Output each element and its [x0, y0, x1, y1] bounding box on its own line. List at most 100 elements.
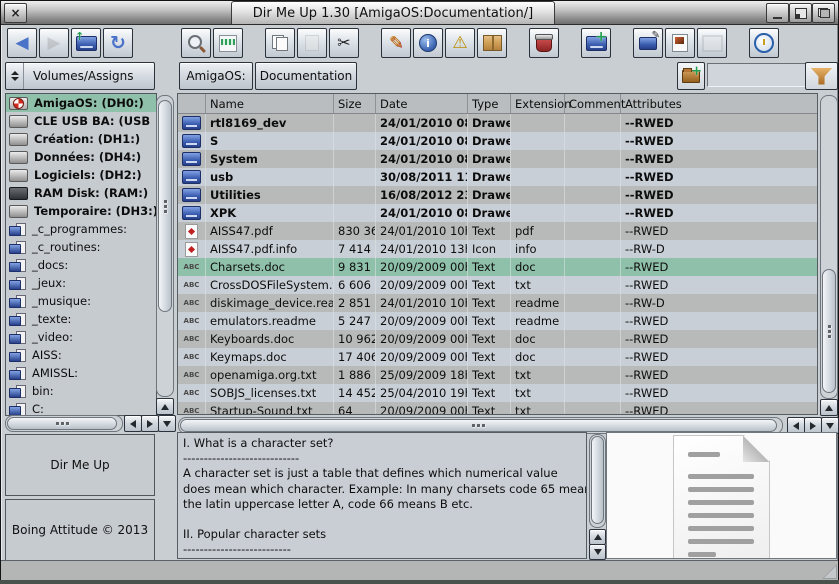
sidebar-item[interactable]: _jeux:	[6, 274, 156, 292]
cell-comment	[565, 312, 621, 330]
sidebar-item[interactable]: Création: (DH1:)	[6, 130, 156, 148]
sidebar-scroll-left-button[interactable]	[124, 415, 142, 432]
back-button[interactable]	[7, 28, 37, 58]
preview-vscroll-thumb[interactable]	[591, 436, 604, 524]
sidebar-item[interactable]: AISS:	[6, 346, 156, 364]
cell-name: Charsets.doc	[206, 258, 334, 276]
sidebar-item[interactable]: Temporaire: (DH3:)	[6, 202, 156, 220]
page-fold-icon	[743, 436, 769, 462]
clock-button[interactable]	[749, 28, 779, 58]
iconify-gadget[interactable]	[766, 3, 789, 23]
sidebar-item-label: bin:	[32, 384, 54, 398]
new-drawer-button[interactable]: +	[581, 28, 611, 58]
filter-button[interactable]	[805, 62, 838, 90]
sidebar-hscroll-thumb[interactable]	[7, 417, 117, 430]
icon-editor-button[interactable]	[665, 28, 695, 58]
table-hscroll-thumb[interactable]	[180, 419, 777, 432]
sidebar-item[interactable]: C:	[6, 400, 156, 416]
table-row[interactable]: rtl8169_dev24/01/2010 08h59Drawer--RWED	[178, 114, 817, 132]
table-vscroll-thumb[interactable]	[822, 269, 836, 393]
sidebar-item[interactable]: RAM Disk: (RAM:)	[6, 184, 156, 202]
sidebar-item[interactable]: _c_routines:	[6, 238, 156, 256]
volumes-chooser[interactable]: Volumes/Assigns	[5, 62, 155, 90]
sidebar-scroll-down-button[interactable]	[158, 415, 176, 432]
column-header-size[interactable]: Size	[334, 94, 376, 113]
search-button[interactable]	[181, 28, 211, 58]
column-header-extension[interactable]: Extension	[511, 94, 565, 113]
sidebar-item[interactable]: AmigaOS: (DH0:)	[6, 94, 156, 112]
depth-gadget[interactable]	[812, 3, 835, 23]
paste-icon	[305, 35, 319, 51]
titlebar[interactable]: × Dir Me Up 1.30 [AmigaOS:Documentation/…	[1, 1, 838, 25]
table-scroll-up-button[interactable]	[820, 399, 838, 416]
sidebar-item[interactable]: _c_programmes:	[6, 220, 156, 238]
information-button[interactable]	[413, 28, 443, 58]
archive-button[interactable]	[477, 28, 507, 58]
delete-button[interactable]	[529, 28, 559, 58]
sidebar-scroll-right-button[interactable]	[141, 415, 159, 432]
filter-input[interactable]	[707, 63, 809, 87]
column-header-attributes[interactable]: Attributes	[621, 94, 817, 113]
refresh-button[interactable]	[103, 28, 133, 58]
table-row[interactable]: XPK24/01/2010 08h59Drawer--RWED	[178, 204, 817, 222]
sidebar-item[interactable]: Données: (DH4:)	[6, 148, 156, 166]
table-row[interactable]: AISS47.pdf830 36424/01/2010 10h18Textpdf…	[178, 222, 817, 240]
cell-ext	[511, 132, 565, 150]
sidebar-scroll-up-button[interactable]	[156, 398, 174, 415]
close-gadget[interactable]: ×	[4, 3, 27, 23]
column-header-type[interactable]: Type	[468, 94, 511, 113]
table-row[interactable]: openamiga.org.txt1 88625/09/2009 18h21Te…	[178, 366, 817, 384]
new-folder-button[interactable]: +	[677, 62, 705, 90]
table-header[interactable]: NameSizeDateTypeExtensionCommentAttribut…	[178, 94, 817, 114]
table-row[interactable]: AISS47.pdf.info7 41424/01/2010 13h38Icon…	[178, 240, 817, 258]
column-header-comment[interactable]: Comment	[565, 94, 621, 113]
sidebar-item[interactable]: Logiciels: (DH2:)	[6, 166, 156, 184]
table-row[interactable]: usb30/08/2011 11h14Drawer--RWED	[178, 168, 817, 186]
preview-scroll-down-button[interactable]	[589, 544, 606, 560]
cell-comment	[565, 168, 621, 186]
chooser-arrows-icon	[6, 63, 24, 89]
rename-button[interactable]	[381, 28, 411, 58]
cut-button[interactable]	[329, 28, 359, 58]
sidebar-item[interactable]: _musique:	[6, 292, 156, 310]
column-header-icon[interactable]	[178, 94, 206, 113]
cell-date: 20/09/2009 00h03	[376, 276, 468, 294]
copy-button[interactable]	[265, 28, 295, 58]
column-header-date[interactable]: Date	[376, 94, 468, 113]
column-header-name[interactable]: Name	[206, 94, 334, 113]
table-row[interactable]: diskimage_device.readme2 85124/01/2010 1…	[178, 294, 817, 312]
table-row[interactable]: emulators.readme5 24720/09/2009 00h03Tex…	[178, 312, 817, 330]
table-row[interactable]: Keyboards.doc10 96220/09/2009 00h03Textd…	[178, 330, 817, 348]
resize-handle-icon[interactable]	[822, 564, 837, 579]
table-row[interactable]: System24/01/2010 08h59Drawer--RWED	[178, 150, 817, 168]
cell-date: 24/01/2010 08h59	[376, 150, 468, 168]
sidebar-item[interactable]: CLE USB BA: (USB	[6, 112, 156, 130]
table-row[interactable]: Keymaps.doc17 40620/09/2009 00h03Textdoc…	[178, 348, 817, 366]
pdf-file-icon	[185, 224, 198, 239]
toolbar: ↑ + ✎	[1, 25, 838, 61]
table-row[interactable]: SOBJS_licenses.txt14 45225/04/2010 19h35…	[178, 384, 817, 402]
path-tab-directory[interactable]: Documentation	[255, 62, 357, 90]
warning-button[interactable]	[445, 28, 475, 58]
table-row[interactable]: CrossDOSFileSystem.txt6 60620/09/2009 00…	[178, 276, 817, 294]
cell-attr: --RWED	[621, 330, 817, 348]
cell-size: 14 452	[334, 384, 376, 402]
table-row[interactable]: Charsets.doc9 83120/09/2009 00h03Textdoc…	[178, 258, 817, 276]
zoom-gadget[interactable]	[789, 3, 812, 23]
sidebar-item[interactable]: AMISSL:	[6, 364, 156, 382]
cell-type: Drawer	[468, 150, 511, 168]
sidebar-item[interactable]: _video:	[6, 328, 156, 346]
parent-drawer-button[interactable]: ↑	[71, 28, 101, 58]
preview-scroll-up-button[interactable]	[589, 529, 606, 545]
ruler-button[interactable]	[213, 28, 243, 58]
table-row[interactable]: Utilities16/08/2012 23h01Drawer--RWED	[178, 186, 817, 204]
sidebar-vscroll-thumb[interactable]	[158, 100, 172, 312]
edit-drawer-button[interactable]: ✎	[633, 28, 663, 58]
sidebar-item[interactable]: _docs:	[6, 256, 156, 274]
sidebar-item[interactable]: bin:	[6, 382, 156, 400]
table-row[interactable]: S24/01/2010 08h59Drawer--RWED	[178, 132, 817, 150]
preview-line: A character set is just a table that def…	[183, 466, 586, 481]
table-row[interactable]: Startup-Sound.txt6420/09/2009 00h03Textt…	[178, 402, 817, 414]
path-tab-volume[interactable]: AmigaOS:	[179, 62, 253, 90]
sidebar-item[interactable]: _texte:	[6, 310, 156, 328]
